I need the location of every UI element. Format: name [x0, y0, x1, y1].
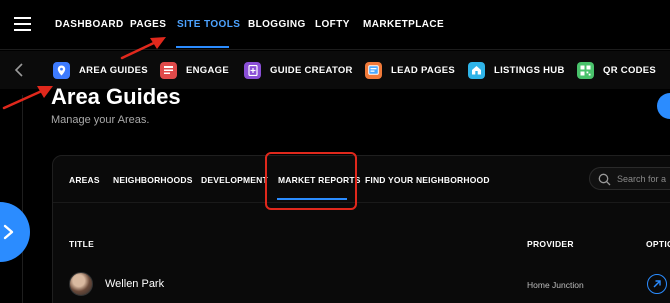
tab-areas[interactable]: AREAS — [69, 175, 100, 185]
arrow-up-right-icon — [653, 280, 661, 288]
top-nav: DASHBOARD PAGES SITE TOOLS BLOGGING LOFT… — [0, 0, 670, 50]
sub-nav-label: LISTINGS HUB — [494, 64, 565, 76]
market-reports-highlight — [265, 152, 357, 210]
hamburger-menu-icon[interactable] — [14, 17, 31, 31]
column-header-options: OPTIO — [646, 239, 670, 249]
avatar — [69, 272, 93, 296]
tab-development[interactable]: DEVELOPMENT — [201, 175, 268, 185]
table-row-title[interactable]: Wellen Park — [105, 278, 164, 290]
guide-creator-icon — [244, 61, 261, 79]
search-input[interactable]: Search for a — [589, 167, 670, 190]
nav-item-site-tools[interactable]: SITE TOOLS — [177, 19, 240, 30]
map-pin-icon — [53, 61, 70, 79]
sub-nav-guide-creator[interactable]: GUIDE CREATOR — [244, 60, 353, 80]
nav-item-dashboard[interactable]: DASHBOARD — [55, 19, 124, 30]
page-subtitle: Manage your Areas. — [51, 114, 150, 126]
nav-item-marketplace[interactable]: MARKETPLACE — [363, 19, 444, 30]
search-placeholder: Search for a — [617, 174, 667, 184]
tabs-divider — [53, 202, 670, 203]
page-title: Area Guides — [51, 84, 181, 109]
sub-nav-label: ENGAGE — [186, 64, 229, 76]
chevron-right-icon — [3, 224, 14, 240]
chevron-left-icon[interactable] — [14, 63, 24, 77]
expand-sidebar-button[interactable] — [0, 202, 30, 262]
column-header-provider: PROVIDER — [527, 239, 574, 249]
tab-neighborhoods[interactable]: NEIGHBORHOODS — [113, 175, 193, 185]
open-link-button[interactable] — [647, 274, 667, 294]
sub-nav-label: GUIDE CREATOR — [270, 64, 353, 76]
sub-nav-area-guides[interactable]: AREA GUIDES — [53, 60, 148, 80]
column-header-title: TITLE — [69, 239, 95, 249]
nav-active-indicator — [176, 46, 229, 48]
sub-nav-engage[interactable]: ENGAGE — [160, 60, 229, 80]
arrow-to-area-guides — [2, 86, 53, 110]
sub-nav-label: QR CODES — [603, 64, 657, 76]
lead-pages-icon — [365, 61, 382, 79]
sub-nav-label: LEAD PAGES — [391, 64, 456, 76]
nav-item-pages[interactable]: PAGES — [130, 19, 166, 30]
sub-nav-qr-codes[interactable]: QR CODES — [577, 60, 656, 80]
engage-icon — [160, 61, 177, 79]
listings-hub-icon — [468, 61, 485, 79]
add-button[interactable] — [657, 93, 670, 119]
table-row-provider: Home Junction — [527, 280, 584, 290]
nav-item-blogging[interactable]: BLOGGING — [248, 19, 306, 30]
sidebar-divider — [22, 95, 23, 303]
search-icon — [598, 173, 611, 186]
tab-find-your-neighborhood[interactable]: FIND YOUR NEIGHBORHOOD — [365, 175, 490, 185]
sub-nav-label: AREA GUIDES — [79, 64, 148, 76]
qr-code-icon — [577, 61, 594, 79]
nav-item-lofty[interactable]: LOFTY — [315, 19, 350, 30]
sub-nav-listings-hub[interactable]: LISTINGS HUB — [468, 60, 565, 80]
sub-nav-lead-pages[interactable]: LEAD PAGES — [365, 60, 455, 80]
